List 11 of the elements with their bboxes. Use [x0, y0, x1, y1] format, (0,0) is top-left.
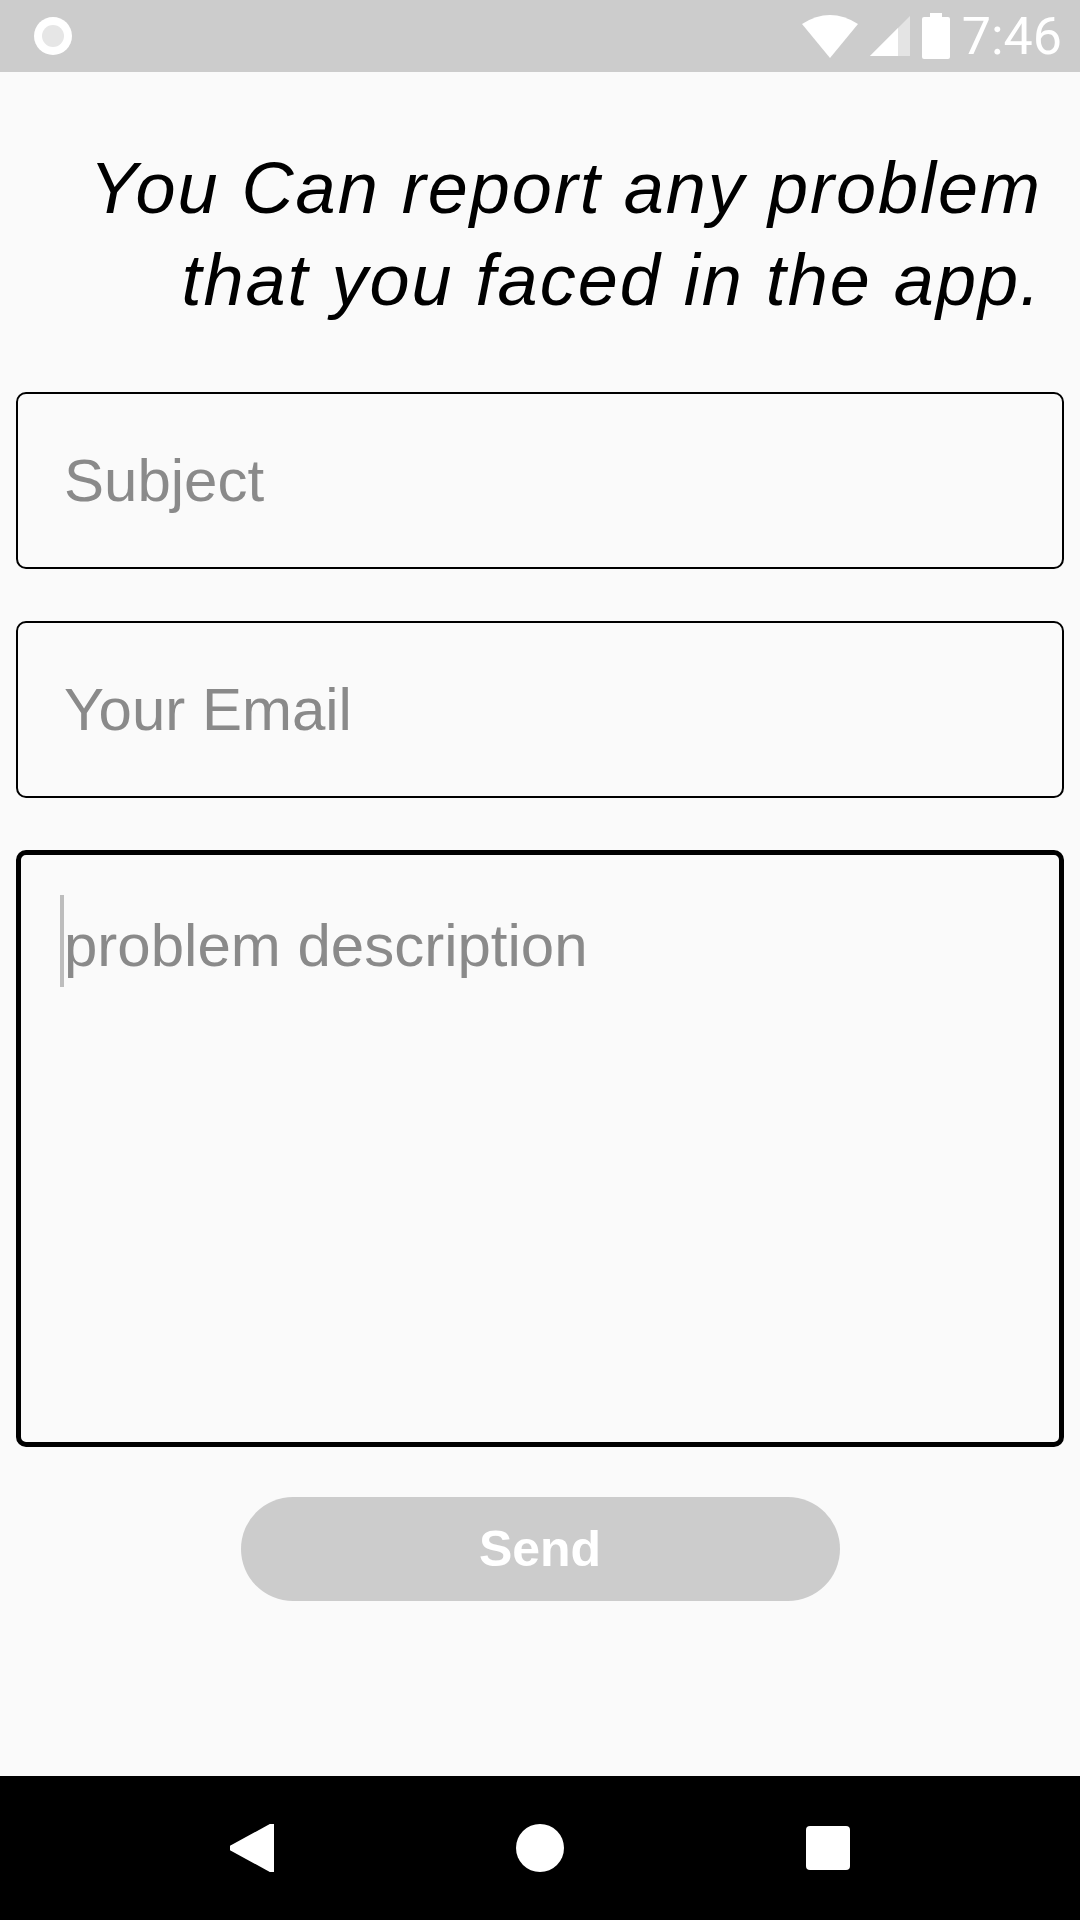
- back-icon[interactable]: [230, 1824, 275, 1872]
- input-field[interactable]: Your Email: [16, 621, 1064, 798]
- input-field[interactable]: Subject: [16, 392, 1064, 569]
- signal-icon: [869, 16, 910, 56]
- notification-icon: [31, 14, 75, 58]
- description-field[interactable]: problem description: [16, 850, 1064, 1447]
- home-icon[interactable]: [515, 1823, 565, 1873]
- wifi-icon: [801, 14, 858, 58]
- battery-icon: [921, 13, 950, 59]
- recents-icon[interactable]: [805, 1826, 850, 1870]
- heading-text: You Can report any problem that you faced in the app.: [88, 147, 1042, 322]
